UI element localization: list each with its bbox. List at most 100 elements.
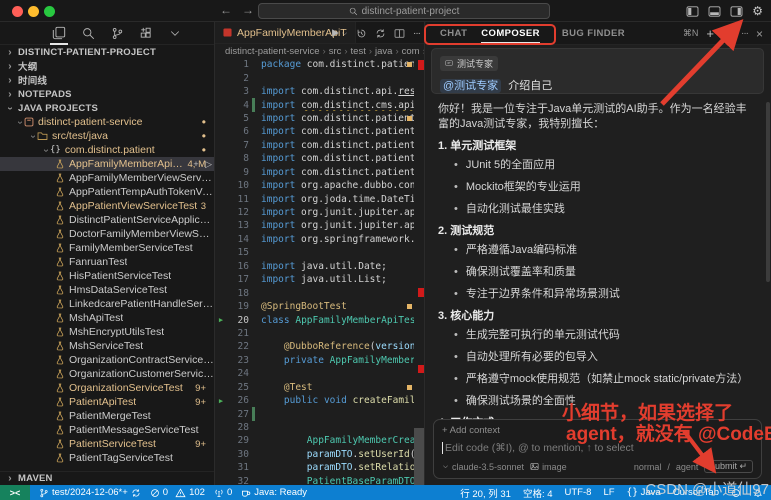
source-control-icon[interactable] xyxy=(111,22,124,45)
command-center-search[interactable]: distinct-patient-project xyxy=(258,3,550,19)
code-line-24[interactable]: 24 xyxy=(215,367,414,380)
tree-item-appfamilymemberapitest[interactable]: AppFamilyMemberApiTest+ ▷4, M xyxy=(0,157,214,171)
tree-item-apppatienttempauthtokenverifyapit-[interactable]: AppPatientTempAuthTokenVerifyApiT... xyxy=(0,185,214,199)
indentation-status[interactable]: 空格: 4 xyxy=(523,486,553,500)
gear-icon[interactable]: ⚙ xyxy=(752,4,763,18)
tab-bug-finder[interactable]: BUG FINDER xyxy=(562,22,625,45)
code-line-25[interactable]: 25 @Test xyxy=(215,381,414,394)
more-actions-icon[interactable]: ··· xyxy=(413,28,420,39)
section-outline[interactable]: ›大纲 xyxy=(0,59,214,73)
search-panel-icon[interactable] xyxy=(82,22,95,45)
breadcrumb[interactable]: distinct-patient-service›src›test›java›c… xyxy=(215,44,424,58)
chat-input-box[interactable]: + Add context Edit code (⌘I), @ to menti… xyxy=(433,419,762,479)
code-line-20[interactable]: ▶20class AppFamilyMemberApiTest { xyxy=(215,313,414,326)
breadcrumb-item[interactable]: src xyxy=(329,46,342,57)
tree-item-apppatientviewservicetest[interactable]: AppPatientViewServiceTest3 xyxy=(0,199,214,213)
code-line-21[interactable]: 21 xyxy=(215,327,414,340)
tab-composer[interactable]: COMPOSER xyxy=(481,22,540,45)
expand-chevron-icon[interactable]: › xyxy=(28,132,39,140)
code-line-14[interactable]: 14import org.springframework.boo xyxy=(215,233,414,246)
tab-chat[interactable]: CHAT xyxy=(440,22,467,45)
minimize-window-button[interactable] xyxy=(28,6,39,17)
tree-item-patienttagservicetest[interactable]: PatientTagServiceTest xyxy=(0,451,214,465)
sync-icon[interactable] xyxy=(375,28,386,39)
code-line-18[interactable]: 18 xyxy=(215,286,414,299)
code-line-5[interactable]: 5import com.distinct.patient.api xyxy=(215,112,414,125)
mention-chip[interactable]: @测试专家 xyxy=(440,79,501,93)
tree-item-patientapitest[interactable]: PatientApiTest9+ xyxy=(0,395,214,409)
code-line-1[interactable]: 1package com.distinct.patient; xyxy=(215,58,414,71)
code-line-15[interactable]: 15 xyxy=(215,246,414,259)
mode-normal[interactable]: normal xyxy=(634,462,662,472)
chat-close-icon[interactable]: × xyxy=(756,27,763,41)
code-line-10[interactable]: 10import org.apache.dubbo.config xyxy=(215,179,414,192)
breadcrumb-item[interactable]: distinct-patient-service xyxy=(225,46,320,57)
encoding-status[interactable]: UTF-8 xyxy=(565,487,592,498)
new-chat-plus-icon[interactable]: + xyxy=(706,26,714,41)
submit-button[interactable]: submit ↵ xyxy=(704,460,753,473)
code-line-32[interactable]: 32 PatientBaseParamDTO pa xyxy=(215,475,414,485)
toggle-left-sidebar-icon[interactable] xyxy=(686,6,699,17)
tree-item-patientmergetest[interactable]: PatientMergeTest xyxy=(0,409,214,423)
code-line-9[interactable]: 9import com.distinct.patient.api xyxy=(215,166,414,179)
tree-item-mshapitest[interactable]: MshApiTest xyxy=(0,311,214,325)
code-line-23[interactable]: 23 private AppFamilyMemberApi xyxy=(215,354,414,367)
breadcrumb-item[interactable]: test xyxy=(351,46,366,57)
tree-item-patientservicetest[interactable]: PatientServiceTest9+ xyxy=(0,437,214,451)
image-icon[interactable]: image xyxy=(530,462,567,472)
tree-item-familymemberservicetest[interactable]: FamilyMemberServiceTest xyxy=(0,241,214,255)
tree-item-organizationservicetest[interactable]: OrganizationServiceTest9+ xyxy=(0,381,214,395)
agent-chip[interactable]: 测试专家 xyxy=(440,56,498,71)
tree-item-distinctpatientserviceapplicationtests[interactable]: DistinctPatientServiceApplicationTests xyxy=(0,213,214,227)
local-history-icon[interactable] xyxy=(356,28,367,39)
expand-chevron-icon[interactable]: › xyxy=(15,118,26,126)
tree-item-patientmessageservicetest[interactable]: PatientMessageServiceTest xyxy=(0,423,214,437)
tree-item-hispatientservicetest[interactable]: HisPatientServiceTest xyxy=(0,269,214,283)
run-java-icon[interactable] xyxy=(330,28,348,38)
code-line-17[interactable]: 17import java.util.List; xyxy=(215,273,414,286)
code-line-2[interactable]: 2 xyxy=(215,71,414,84)
run-test-icon[interactable]: ▶ xyxy=(215,316,227,324)
toggle-bottom-panel-icon[interactable] xyxy=(708,6,721,17)
add-context-button[interactable]: + Add context xyxy=(442,425,753,436)
tree-item-appfamilymemberviewservicetest[interactable]: AppFamilyMemberViewServiceTest xyxy=(0,171,214,185)
tree-item-fanruantest[interactable]: FanruanTest xyxy=(0,255,214,269)
code-line-11[interactable]: 11import org.joda.time.DateTime; xyxy=(215,192,414,205)
tree-item-mshencryptutilstest[interactable]: MshEncryptUtilsTest xyxy=(0,325,214,339)
split-editor-icon[interactable] xyxy=(394,28,405,39)
code-line-3[interactable]: 3import com.distinct.api.result xyxy=(215,85,414,98)
section-maven[interactable]: ›MAVEN xyxy=(0,471,214,485)
chat-more-icon[interactable]: ··· xyxy=(741,28,748,39)
java-status[interactable]: Java: Ready xyxy=(241,487,307,498)
section-project[interactable]: ›DISTINCT-PATIENT-PROJECT xyxy=(0,45,214,59)
nav-back-icon[interactable]: ← xyxy=(220,3,232,17)
code-line-29[interactable]: 29 AppFamilyMemberCreateP xyxy=(215,434,414,447)
tree-item-com-distinct-patient[interactable]: ›{}com.distinct.patient• xyxy=(0,143,214,157)
tree-item-distinct-patient-service[interactable]: ›distinct-patient-service• xyxy=(0,115,214,129)
tree-item-linkedcarepatienthandleservicetest[interactable]: LinkedcarePatientHandleServiceTest xyxy=(0,297,214,311)
code-line-13[interactable]: 13import org.junit.jupiter.api.T xyxy=(215,219,414,232)
explorer-icon[interactable] xyxy=(52,22,66,45)
tree-item-organizationcontractservicetest[interactable]: OrganizationContractServiceTest xyxy=(0,353,214,367)
breadcrumb-item[interactable]: com xyxy=(402,46,420,57)
mode-agent[interactable]: agent xyxy=(676,462,699,472)
toggle-right-sidebar-icon[interactable] xyxy=(730,6,743,17)
code-line-19[interactable]: 19@SpringBootTest xyxy=(215,300,414,313)
code-line-22[interactable]: 22 @DubboReference(version = xyxy=(215,340,414,353)
nav-forward-icon[interactable]: → xyxy=(242,3,254,17)
remote-indicator[interactable]: >< xyxy=(0,485,30,500)
ports-status[interactable]: 0 xyxy=(214,487,232,498)
maximize-window-button[interactable] xyxy=(44,6,55,17)
section-notepads[interactable]: ›NOTEPADS xyxy=(0,87,214,101)
expand-chevron-icon[interactable]: › xyxy=(41,146,52,154)
code-line-4[interactable]: 4import com.distinct.cms.api.vo xyxy=(215,98,414,111)
code-line-31[interactable]: 31 paramDTO.setRelationsh xyxy=(215,461,414,474)
section-java-projects[interactable]: ›JAVA PROJECTS xyxy=(0,101,214,115)
tree-item-hmsdataservicetest[interactable]: HmsDataServiceTest xyxy=(0,283,214,297)
code-line-30[interactable]: 30 paramDTO.setUserId(use xyxy=(215,448,414,461)
code-line-27[interactable]: 27 xyxy=(215,407,414,420)
code-line-28[interactable]: 28 xyxy=(215,421,414,434)
editor-scrollbar[interactable] xyxy=(414,428,424,485)
code-line-7[interactable]: 7import com.distinct.patient.api xyxy=(215,139,414,152)
section-timeline[interactable]: ›时间线 xyxy=(0,73,214,87)
